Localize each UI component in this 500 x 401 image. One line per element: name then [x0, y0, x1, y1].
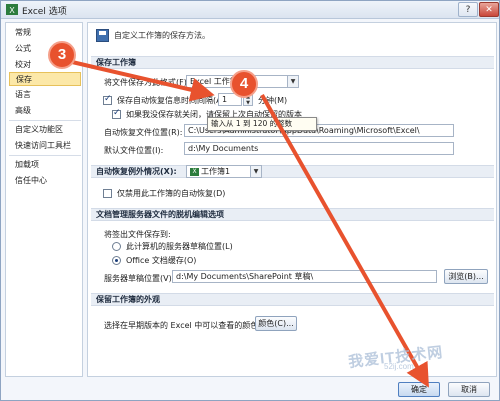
- chevron-down-icon: ▼: [250, 166, 261, 177]
- minutes-label: 分钟(M): [258, 96, 288, 105]
- disable-autorecover-checkbox[interactable]: [103, 189, 112, 198]
- exceptions-title: 自动恢复例外情况(X):: [96, 167, 177, 176]
- section-offline-editing: 文档管理服务器文件的脱机编辑选项: [91, 208, 494, 221]
- server-drafts-location-input[interactable]: d:\My Documents\SharePoint 草稿\: [172, 270, 437, 283]
- sidebar-divider: [9, 155, 81, 156]
- options-sidebar: 常规 公式 校对 保存 语言 高级 自定义功能区 快速访问工具栏 加载项 信任中…: [5, 22, 83, 377]
- save-disk-icon: [96, 29, 109, 42]
- panel-header-text: 自定义工作簿的保存方法。: [114, 31, 210, 40]
- server-drafts-option-label: 此计算机的服务器草稿位置(L): [126, 242, 233, 251]
- colors-button[interactable]: 颜色(C)...: [255, 316, 297, 331]
- sidebar-item-advanced[interactable]: 高级: [9, 104, 81, 118]
- sidebar-item-add-ins[interactable]: 加载项: [9, 158, 81, 172]
- sidebar-item-customize-ribbon[interactable]: 自定义功能区: [9, 123, 81, 137]
- excel-app-icon: X: [6, 4, 18, 15]
- sidebar-item-trust-center[interactable]: 信任中心: [9, 174, 81, 188]
- colors-description: 选择在早期版本的 Excel 中可以查看的颜色:: [104, 321, 261, 330]
- step-4-marker: 4: [230, 70, 258, 98]
- save-checked-out-label: 将签出文件保存到:: [104, 230, 171, 239]
- browse-button[interactable]: 浏览(B)...: [444, 269, 488, 284]
- section-save-workbooks: 保存工作簿: [91, 56, 494, 69]
- save-options-panel: 自定义工作簿的保存方法。 保存工作簿 将文件保存为此格式(F): Excel 工…: [87, 22, 497, 377]
- title-bar: X Excel 选项 ? ✕: [1, 1, 499, 19]
- sidebar-divider: [9, 120, 81, 121]
- radio-server-drafts[interactable]: [112, 242, 121, 251]
- svg-text:X: X: [9, 6, 15, 15]
- chevron-down-icon: ▼: [287, 76, 298, 87]
- autorecover-label: 保存自动恢复信息时间间隔(A): [117, 96, 225, 105]
- radio-office-cache[interactable]: [112, 256, 121, 265]
- section-autorecover-exceptions: 自动恢复例外情况(X):: [91, 165, 494, 178]
- keep-last-version-checkbox[interactable]: [112, 108, 121, 119]
- office-cache-option-label: Office 文档缓存(O): [126, 256, 197, 265]
- sidebar-item-save[interactable]: 保存: [9, 72, 81, 86]
- default-location-label: 默认文件位置(I):: [104, 146, 164, 155]
- close-button[interactable]: ✕: [479, 2, 499, 17]
- sidebar-item-quick-access-toolbar[interactable]: 快速访问工具栏: [9, 139, 81, 153]
- sidebar-item-language[interactable]: 语言: [9, 88, 81, 102]
- ok-button[interactable]: 确定: [398, 382, 440, 397]
- interval-tooltip: 输入从 1 到 120 的整数: [207, 117, 317, 131]
- window-title: Excel 选项: [22, 7, 67, 17]
- exceptions-workbook-dropdown[interactable]: X 工作簿1 ▼: [186, 165, 262, 178]
- exceptions-workbook-value: 工作簿1: [201, 167, 231, 176]
- sidebar-item-general[interactable]: 常规: [9, 26, 81, 40]
- section-preserve-appearance: 保留工作簿的外观: [91, 293, 494, 306]
- help-button[interactable]: ?: [458, 2, 478, 17]
- default-location-input[interactable]: d:\My Documents: [184, 142, 454, 155]
- step-3-marker: 3: [48, 41, 76, 69]
- site-watermark-url: 52ij.com: [384, 362, 414, 371]
- save-format-label: 将文件保存为此格式(F):: [104, 78, 190, 87]
- cancel-button[interactable]: 取消: [448, 382, 490, 397]
- autorecover-checkbox[interactable]: [103, 94, 112, 105]
- excel-workbook-icon: X: [190, 167, 199, 176]
- disable-autorecover-label: 仅禁用此工作簿的自动恢复(D): [117, 189, 226, 198]
- server-drafts-location-label: 服务器草稿位置(V):: [104, 274, 175, 283]
- autorecover-location-label: 自动恢复文件位置(R):: [104, 128, 183, 137]
